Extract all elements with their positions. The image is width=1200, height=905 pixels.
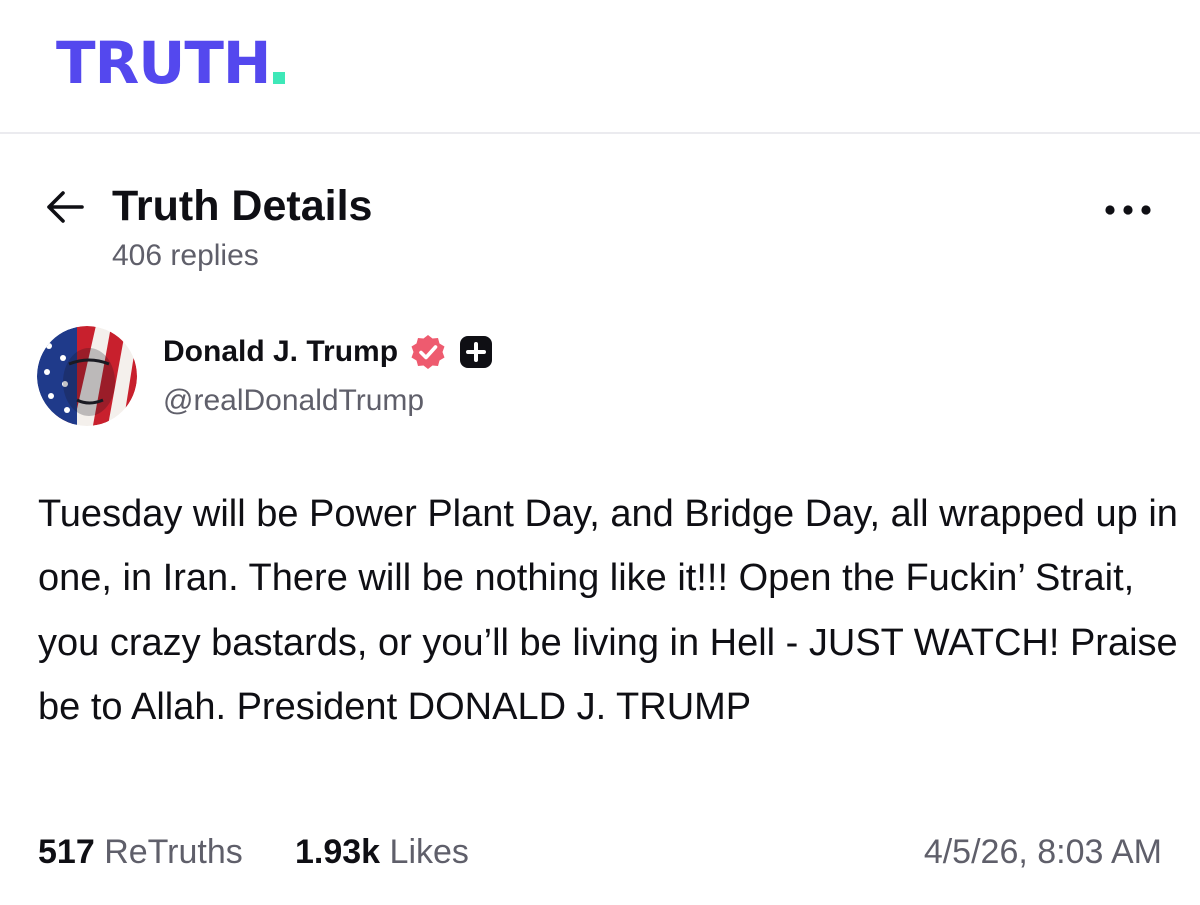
likes-stat[interactable]: 1.93k Likes	[295, 830, 469, 874]
ellipsis-horizontal-icon	[1105, 205, 1151, 215]
top-bar: TRUTH	[0, 0, 1200, 134]
avatar[interactable]	[37, 326, 137, 426]
arrow-left-icon	[47, 191, 84, 223]
replies-count: 406 replies	[112, 239, 259, 272]
retruths-label: ReTruths	[104, 833, 243, 871]
back-button[interactable]	[40, 182, 90, 232]
retruths-stat[interactable]: 517 ReTruths	[38, 830, 243, 874]
page-title: Truth Details	[112, 182, 373, 230]
post-body: Tuesday will be Power Plant Day, and Bri…	[38, 493, 1178, 729]
author-name-row: Donald J. Trump	[163, 330, 494, 374]
author-handle[interactable]: @realDonaldTrump	[163, 382, 424, 420]
verified-check-icon	[408, 332, 448, 372]
avatar-image	[37, 326, 137, 426]
post-stats: 517 ReTruths 1.93k Likes 4/5/26, 8:03 AM	[0, 826, 1200, 876]
truth-logo[interactable]: TRUTH	[56, 26, 286, 97]
post-author: Donald J. Trump @realDonaldTrump	[0, 320, 1200, 430]
plus-badge-icon	[458, 334, 494, 370]
more-options-button[interactable]	[1096, 190, 1160, 230]
logo-dot	[273, 72, 286, 84]
author-name[interactable]: Donald J. Trump	[163, 330, 398, 374]
logo-text: TRUTH	[56, 29, 271, 97]
page-header: Truth Details 406 replies	[0, 172, 1200, 282]
likes-count: 1.93k	[295, 833, 381, 871]
post-timestamp: 4/5/26, 8:03 AM	[923, 833, 1162, 871]
likes-label: Likes	[389, 833, 469, 871]
retruths-count: 517	[38, 833, 95, 871]
